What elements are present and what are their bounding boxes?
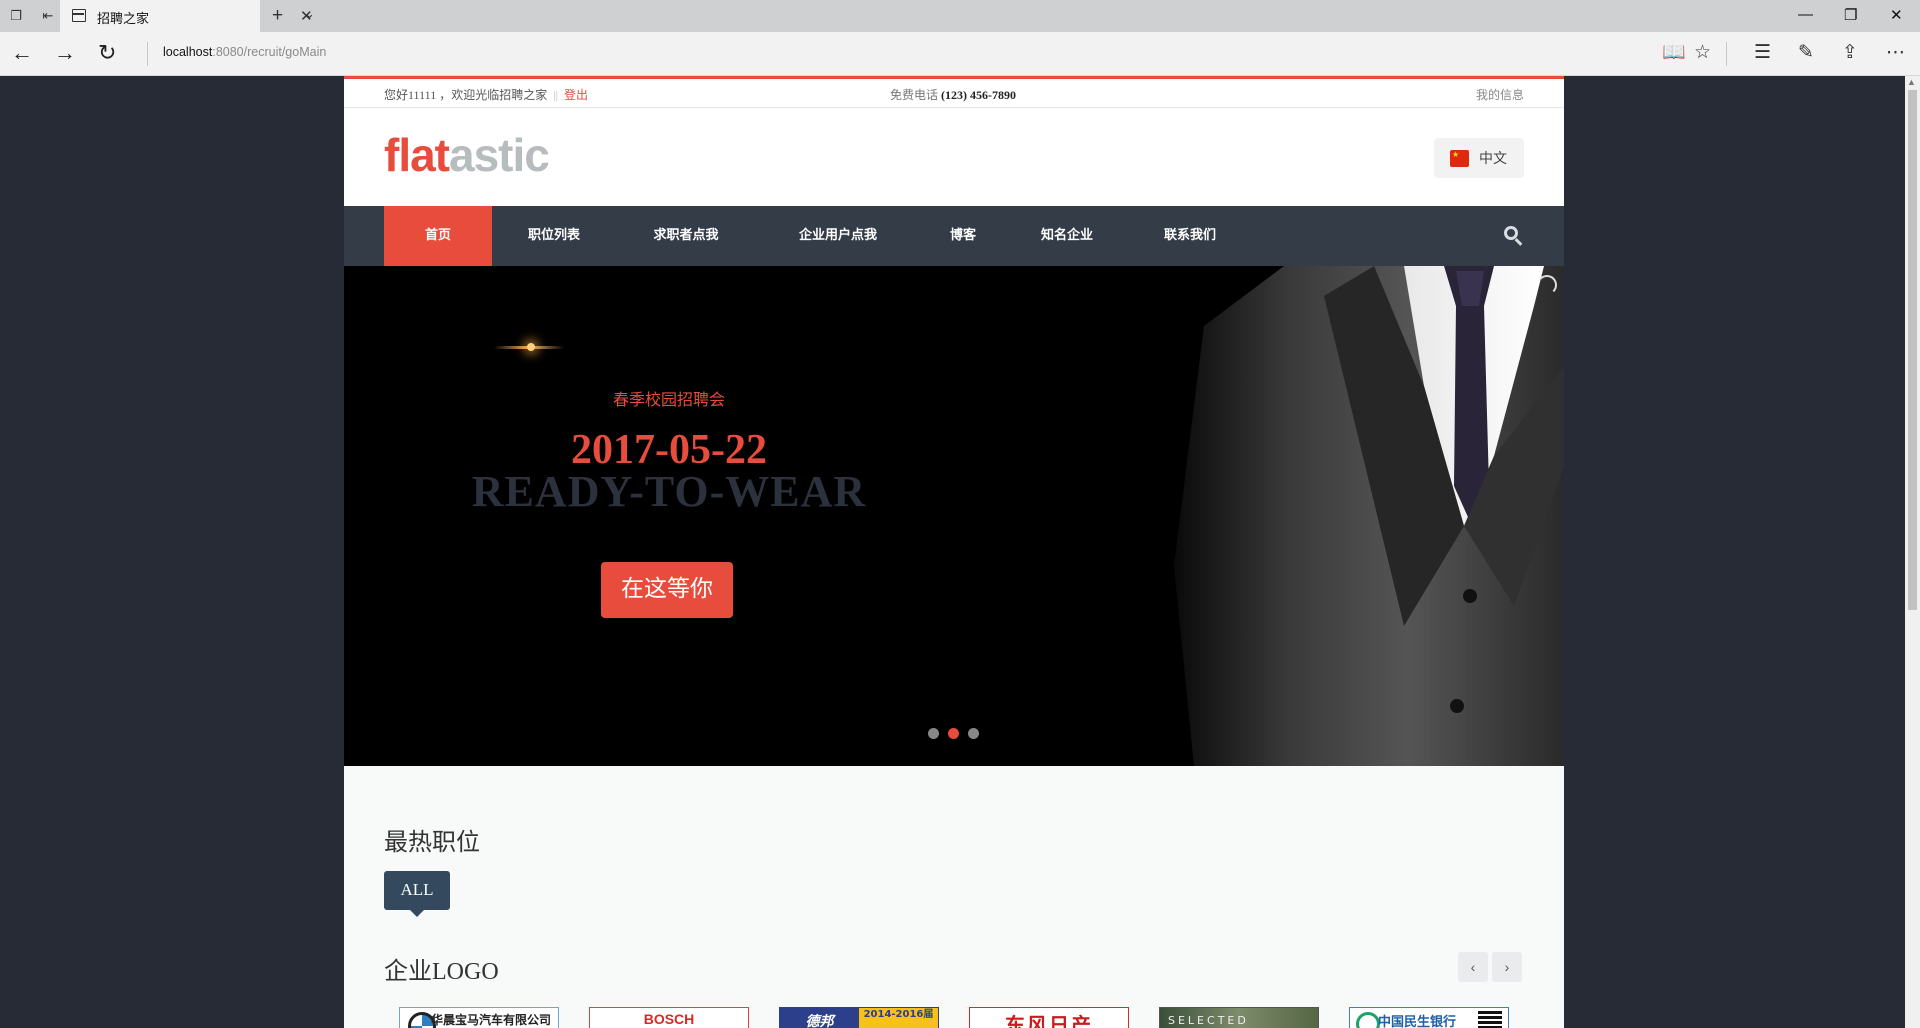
carousel-prev-button[interactable]: ‹ xyxy=(1458,952,1488,982)
company-logo-dongfeng-nissan[interactable]: 东风日产 xyxy=(969,1007,1129,1028)
slider-dot[interactable] xyxy=(928,728,939,739)
page-icon xyxy=(72,9,86,22)
carousel-next-button[interactable]: › xyxy=(1492,952,1522,982)
welcome-text: 您好11111 ，欢迎光临招聘之家 || 登出 xyxy=(384,88,589,102)
language-selector[interactable]: 中文 xyxy=(1434,138,1524,178)
china-flag-icon xyxy=(1450,150,1469,167)
page: 您好11111 ，欢迎光临招聘之家 || 登出 免费电话 (123) 456-7… xyxy=(344,76,1564,1028)
hot-jobs-title: 最热职位 xyxy=(384,828,480,856)
company-logo-cmbc[interactable]: 中国民生银行 xyxy=(1349,1007,1509,1028)
slider-dot[interactable] xyxy=(968,728,979,739)
nav-home[interactable]: 首页 xyxy=(384,206,492,266)
tab-title: 招聘之家 xyxy=(97,12,150,27)
phone-info: 免费电话 (123) 456-7890 xyxy=(890,88,1017,102)
my-info-link[interactable]: 我的信息 xyxy=(1476,86,1524,103)
company-logo-title: 企业LOGO xyxy=(384,959,499,985)
nav-blog[interactable]: 博客 xyxy=(920,206,1006,266)
site-header: flatastic 中文 xyxy=(344,108,1564,206)
window-close-icon[interactable]: ✕ xyxy=(1890,6,1903,24)
nav-companies[interactable]: 知名企业 xyxy=(1006,206,1128,266)
reading-view-icon[interactable]: 📖 xyxy=(1662,42,1686,64)
back-icon[interactable]: ← xyxy=(11,41,33,65)
browser-tab[interactable]: 招聘之家 ✕ xyxy=(60,0,313,32)
nav-job-list[interactable]: 职位列表 xyxy=(492,206,616,266)
hub-icon[interactable]: ☰ xyxy=(1754,42,1771,64)
slider-dot-active[interactable] xyxy=(948,728,959,739)
site-logo[interactable]: flatastic xyxy=(384,128,550,182)
minimize-icon[interactable]: — xyxy=(1798,6,1813,23)
tab-manager-icon[interactable]: ❐ xyxy=(8,8,24,24)
main-nav: 首页 职位列表 求职者点我 企业用户点我 博客 知名企业 联系我们 xyxy=(344,206,1564,266)
scrollbar-thumb[interactable] xyxy=(1908,90,1917,610)
hero-title: READY-TO-WEAR xyxy=(471,467,867,516)
forward-icon[interactable]: → xyxy=(54,41,76,65)
nav-employers[interactable]: 企业用户点我 xyxy=(756,206,920,266)
hero-cta-button[interactable]: 在这等你 xyxy=(601,562,733,618)
share-icon[interactable]: ⇪ xyxy=(1842,42,1858,64)
suit-image xyxy=(1174,266,1564,766)
company-logo-selected[interactable]: SELECTED xyxy=(1159,1007,1319,1028)
phone-number: (123) 456-7890 xyxy=(941,88,1017,102)
search-icon[interactable] xyxy=(1504,226,1524,246)
company-logo-debang[interactable]: 德邦 2014-2016届 xyxy=(779,1007,939,1028)
chevron-down-icon[interactable]: ⌄ xyxy=(304,6,315,22)
hero-subtitle: 春季校园招聘会 xyxy=(612,390,725,409)
restore-icon[interactable]: ❐ xyxy=(1844,6,1857,24)
web-note-icon[interactable]: ✎ xyxy=(1798,42,1814,64)
more-icon[interactable]: ⋯ xyxy=(1886,42,1905,64)
logout-link[interactable]: 登出 xyxy=(564,88,588,102)
scroll-up-icon[interactable]: ▲ xyxy=(1907,77,1916,87)
browser-address-bar: ← → ↻ localhost:8080/recruit/goMain 📖 ☆ … xyxy=(0,32,1920,76)
company-logo-bosch[interactable]: BOSCH xyxy=(589,1007,749,1028)
nav-job-seekers[interactable]: 求职者点我 xyxy=(616,206,756,266)
new-tab-icon[interactable]: + xyxy=(272,5,283,27)
set-aside-tabs-icon[interactable]: ⇤ xyxy=(40,8,56,24)
refresh-icon[interactable]: ↻ xyxy=(98,41,116,65)
filter-all-button[interactable]: ALL xyxy=(384,871,450,917)
loading-spinner-icon xyxy=(1537,275,1557,295)
nav-contact[interactable]: 联系我们 xyxy=(1128,206,1252,266)
url-field[interactable]: localhost:8080/recruit/goMain xyxy=(163,45,326,59)
company-logo-bmw[interactable]: 华晨宝马汽车有限公司 xyxy=(399,1007,559,1028)
favorite-star-icon[interactable]: ☆ xyxy=(1694,42,1711,64)
browser-tab-bar: ❐ ⇤ 招聘之家 ✕ + ⌄ — ❐ ✕ xyxy=(0,0,1920,32)
hero-slider: 春季校园招聘会 2017-05-22 READY-TO-WEAR 在这等你 xyxy=(344,266,1564,766)
top-info-bar: 您好11111 ，欢迎光临招聘之家 || 登出 免费电话 (123) 456-7… xyxy=(344,76,1564,108)
